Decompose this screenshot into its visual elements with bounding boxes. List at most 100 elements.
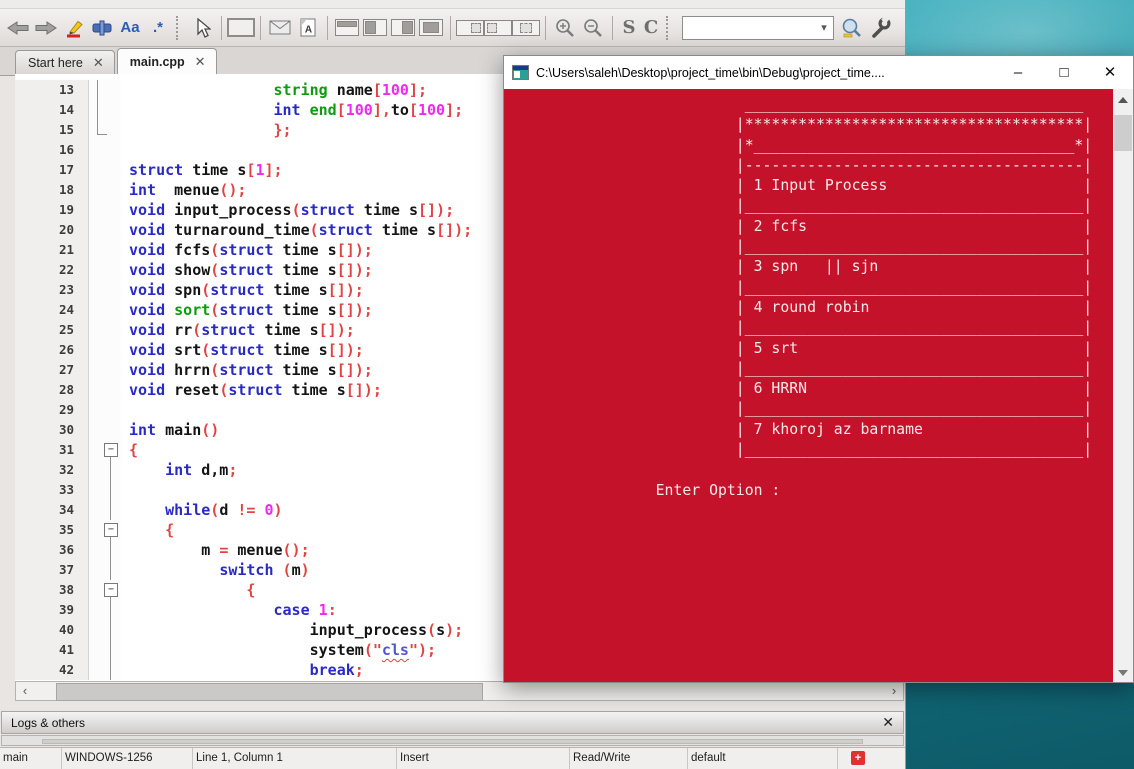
- fold-margin: [89, 100, 121, 120]
- pointer-icon[interactable]: [188, 14, 216, 42]
- line-number: 28: [15, 380, 89, 400]
- line-number: 42: [15, 660, 89, 680]
- tab-start-here[interactable]: Start here ✕: [15, 50, 115, 75]
- build-icon[interactable]: [88, 14, 116, 42]
- chevron-down-icon[interactable]: ▾: [817, 21, 831, 35]
- line-number: 36: [15, 540, 89, 560]
- status-segment: default: [688, 748, 838, 769]
- line-number: 20: [15, 220, 89, 240]
- line-number: 16: [15, 140, 89, 160]
- console-output[interactable]: ______________________________________ |…: [504, 89, 1133, 682]
- editor-horizontal-scrollbar[interactable]: ‹ ›: [15, 681, 904, 701]
- toolbar-grip[interactable]: [666, 16, 672, 40]
- code-text: break;: [121, 660, 364, 680]
- fold-margin: [89, 300, 121, 320]
- layout-right-icon[interactable]: [389, 14, 417, 42]
- back-icon[interactable]: [4, 14, 32, 42]
- console-scrollbar-thumb[interactable]: [1114, 115, 1132, 151]
- tab-label: Start here: [28, 56, 83, 70]
- fold-margin: [89, 560, 121, 580]
- line-number: 18: [15, 180, 89, 200]
- fold-margin: [89, 480, 121, 500]
- text-page-icon[interactable]: A: [294, 14, 322, 42]
- layout-fill-icon[interactable]: [417, 14, 445, 42]
- panel-right-icon[interactable]: [456, 14, 484, 42]
- font-case-icon[interactable]: Aa: [116, 14, 144, 42]
- line-number: 22: [15, 260, 89, 280]
- code-text: void input_process(struct time s[]);: [121, 200, 454, 220]
- logs-panel-header: Logs & others ✕: [1, 711, 904, 734]
- regex-icon[interactable]: .*: [144, 14, 172, 42]
- line-number: 30: [15, 420, 89, 440]
- forward-icon[interactable]: [32, 14, 60, 42]
- code-text: int end[100],to[100];: [121, 100, 463, 120]
- close-icon[interactable]: ✕: [1087, 56, 1133, 89]
- code-text: input_process(s);: [121, 620, 463, 640]
- layout-top-icon[interactable]: [333, 14, 361, 42]
- fold-margin[interactable]: −: [89, 520, 121, 540]
- fold-margin: [89, 400, 121, 420]
- code-text: int menue();: [121, 180, 246, 200]
- minimize-icon[interactable]: –: [995, 56, 1041, 89]
- tab-main-cpp[interactable]: main.cpp ✕: [117, 48, 217, 75]
- panel-both-icon[interactable]: [512, 14, 540, 42]
- fold-margin[interactable]: −: [89, 440, 121, 460]
- style-s-button[interactable]: S: [618, 17, 640, 38]
- maximize-icon[interactable]: □: [1041, 56, 1087, 89]
- envelope-icon[interactable]: [266, 14, 294, 42]
- tab-close-icon[interactable]: ✕: [195, 54, 206, 70]
- code-text: case 1:: [121, 600, 337, 620]
- search-combobox[interactable]: ▾: [682, 16, 834, 40]
- scroll-left-icon[interactable]: ‹: [16, 682, 34, 700]
- code-text: {: [121, 520, 174, 540]
- code-text: switch (m): [121, 560, 310, 580]
- console-titlebar[interactable]: C:\Users\saleh\Desktop\project_time\bin\…: [504, 56, 1133, 89]
- code-text: };: [121, 120, 292, 140]
- line-number: 41: [15, 640, 89, 660]
- style-c-button[interactable]: C: [640, 17, 662, 38]
- line-number: 38: [15, 580, 89, 600]
- scrollbar-thumb[interactable]: [56, 683, 483, 701]
- scroll-down-icon[interactable]: [1118, 670, 1128, 676]
- line-number: 24: [15, 300, 89, 320]
- toolbar-grip[interactable]: [176, 16, 182, 40]
- wrench-icon[interactable]: [866, 14, 894, 42]
- status-segment: +: [838, 748, 905, 769]
- code-text: struct time s[1];: [121, 160, 283, 180]
- edit-pencil-icon[interactable]: [60, 14, 88, 42]
- line-number: 19: [15, 200, 89, 220]
- code-text: void fcfs(struct time s[]);: [121, 240, 373, 260]
- status-red-plus-icon[interactable]: +: [851, 751, 865, 765]
- code-text: void turnaround_time(struct time s[]);: [121, 220, 472, 240]
- line-number: 33: [15, 480, 89, 500]
- panel-left-icon[interactable]: [484, 14, 512, 42]
- code-text: void hrrn(struct time s[]);: [121, 360, 373, 380]
- line-number: 34: [15, 500, 89, 520]
- fold-margin: [89, 160, 121, 180]
- zoom-out-icon[interactable]: [579, 14, 607, 42]
- line-number: 40: [15, 620, 89, 640]
- code-text: void show(struct time s[]);: [121, 260, 373, 280]
- code-text: [121, 140, 129, 160]
- fold-margin[interactable]: −: [89, 580, 121, 600]
- console-vertical-scrollbar[interactable]: [1113, 89, 1133, 682]
- line-number: 27: [15, 360, 89, 380]
- scroll-right-icon[interactable]: ›: [885, 682, 903, 700]
- menu-strip: [0, 0, 905, 9]
- tab-close-icon[interactable]: ✕: [93, 55, 104, 71]
- frame-icon[interactable]: [227, 14, 255, 42]
- line-number: 31: [15, 440, 89, 460]
- toolbar: Aa.* A SC ▾: [0, 9, 905, 47]
- code-text: [121, 480, 129, 500]
- tab-label: main.cpp: [130, 55, 185, 69]
- code-text: int main(): [121, 420, 219, 440]
- zoom-in-icon[interactable]: [551, 14, 579, 42]
- line-number: 25: [15, 320, 89, 340]
- layout-left-icon[interactable]: [361, 14, 389, 42]
- toolbar-separator: [260, 16, 261, 40]
- logs-close-icon[interactable]: ✕: [882, 714, 894, 731]
- search-icon[interactable]: [838, 14, 866, 42]
- fold-margin: [89, 280, 121, 300]
- line-number: 32: [15, 460, 89, 480]
- scroll-up-icon[interactable]: [1118, 97, 1128, 103]
